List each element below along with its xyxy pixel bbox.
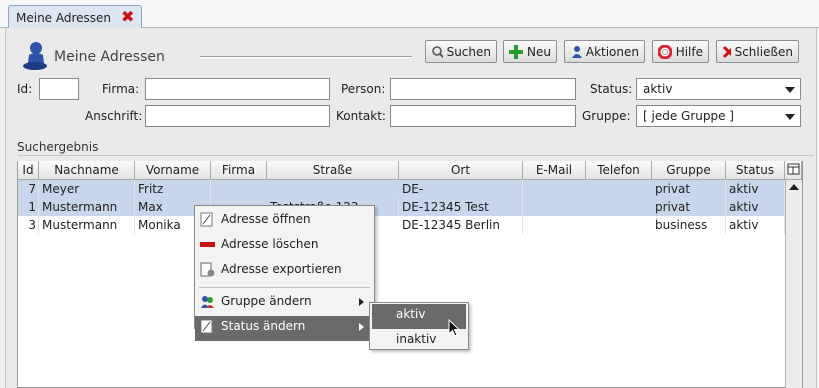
results-divider [18,155,814,156]
menu-item-change-group[interactable]: Gruppe ändern [195,291,374,316]
table-cell-ort: DE-12345 Berlin [399,216,523,234]
close-tab-icon[interactable]: ✖ [121,9,134,25]
lifebuoy-icon [658,44,672,59]
submenu-arrow-icon [359,298,364,306]
help-button[interactable]: Hilfe [652,40,709,63]
table-cell-status: aktiv [726,198,785,216]
column-header-vorname[interactable]: Vorname [135,161,211,180]
column-header-ort[interactable]: Ort [399,161,523,180]
delete-icon [200,242,215,247]
export-icon [200,262,215,277]
vertical-scrollbar[interactable] [785,180,802,388]
kontakt-input[interactable] [390,105,576,127]
table-cell-ort: DE- [399,180,523,198]
search-button-label: Suchen [446,44,491,59]
title-divider [200,56,412,58]
column-header-gruppe[interactable]: Gruppe [652,161,726,180]
table-cell-id: 3 [18,216,39,234]
search-button[interactable]: Suchen [425,40,497,63]
group-icon [201,296,214,308]
table-cell-id: 7 [18,180,39,198]
table-cell-ort: DE-12345 Test [399,198,523,216]
search-icon [432,45,443,58]
firma-input[interactable] [145,78,330,100]
close-x-icon [722,45,731,58]
anschrift-input[interactable] [145,105,330,127]
menu-item-label: Adresse öffnen [221,212,311,226]
column-header-id[interactable]: Id [18,161,39,180]
user-icon [572,45,582,58]
column-header-firma[interactable]: Firma [211,161,267,180]
menu-item-label: Adresse löschen [221,237,319,251]
table-cell-status: aktiv [726,180,785,198]
actions-button[interactable]: Aktionen [564,40,645,63]
person-input[interactable] [390,78,576,100]
status-select-value: aktiv [643,82,673,96]
status-label: Status: [590,82,633,96]
id-input[interactable] [39,78,79,100]
user-stamp-icon [23,42,47,70]
scroll-up-icon[interactable] [786,180,802,194]
menu-item-label: Adresse exportieren [221,262,342,276]
gruppe-select[interactable]: [ jede Gruppe ] [636,105,801,127]
column-header-nachname[interactable]: Nachname [39,161,135,180]
table-cell-id: 1 [18,198,39,216]
status-edit-icon [200,319,213,334]
close-button[interactable]: Schließen [716,40,799,63]
tab-meine-adressen[interactable]: Meine Adressen ✖ [8,5,142,29]
submenu-arrow-icon [359,323,364,331]
table-cell-nachname: Mustermann [39,216,135,234]
tab-label: Meine Adressen [16,11,112,25]
menu-item-label: Status ändern [221,319,306,333]
kontakt-label: Kontakt: [336,109,386,123]
plus-icon [509,44,523,59]
help-button-label: Hilfe [675,44,703,59]
column-header-status[interactable]: Status [726,161,785,180]
table-cell-nachname: Mustermann [39,198,135,216]
column-header-email[interactable]: E-Mail [523,161,586,180]
close-button-label: Schließen [734,44,793,59]
table-cell-status: aktiv [726,216,785,234]
table-cell-gruppe: privat [652,180,726,198]
menu-item-export-address[interactable]: Adresse exportieren [195,259,374,284]
chevron-down-icon [785,87,795,93]
menu-item-change-status[interactable]: Status ändern [195,316,374,341]
new-button[interactable]: Neu [503,40,557,63]
mouse-pointer-icon [448,319,461,337]
document-edit-icon [200,212,213,227]
new-button-label: Neu [527,44,551,59]
status-select[interactable]: aktiv [636,78,801,100]
table-cell-gruppe: business [652,216,726,234]
column-header-telefon[interactable]: Telefon [586,161,652,180]
firma-label: Firma: [102,82,140,96]
anschrift-label: Anschrift: [85,109,143,123]
gruppe-select-value: [ jede Gruppe ] [643,109,734,123]
column-chooser-button[interactable] [785,161,802,180]
id-label: Id: [17,82,33,96]
menu-separator [199,287,370,288]
person-label: Person: [341,82,386,96]
table-cell-nachname: Meyer [39,180,135,198]
results-title: Suchergebnis [17,140,99,154]
chevron-down-icon [785,114,795,120]
menu-item-delete-address[interactable]: Adresse löschen [195,234,374,259]
table-cell-gruppe: privat [652,198,726,216]
column-chooser-icon [787,163,799,175]
gruppe-label: Gruppe: [582,109,631,123]
page-title: Meine Adressen [54,49,165,65]
actions-button-label: Aktionen [585,44,639,59]
column-header-strasse[interactable]: Straße [267,161,399,180]
menu-item-label: Gruppe ändern [221,294,312,308]
menu-item-open-address[interactable]: Adresse öffnen [195,209,374,234]
context-menu: Adresse öffnen Adresse löschen Adresse e… [194,205,375,341]
table-cell-vorname: Fritz [135,180,211,198]
